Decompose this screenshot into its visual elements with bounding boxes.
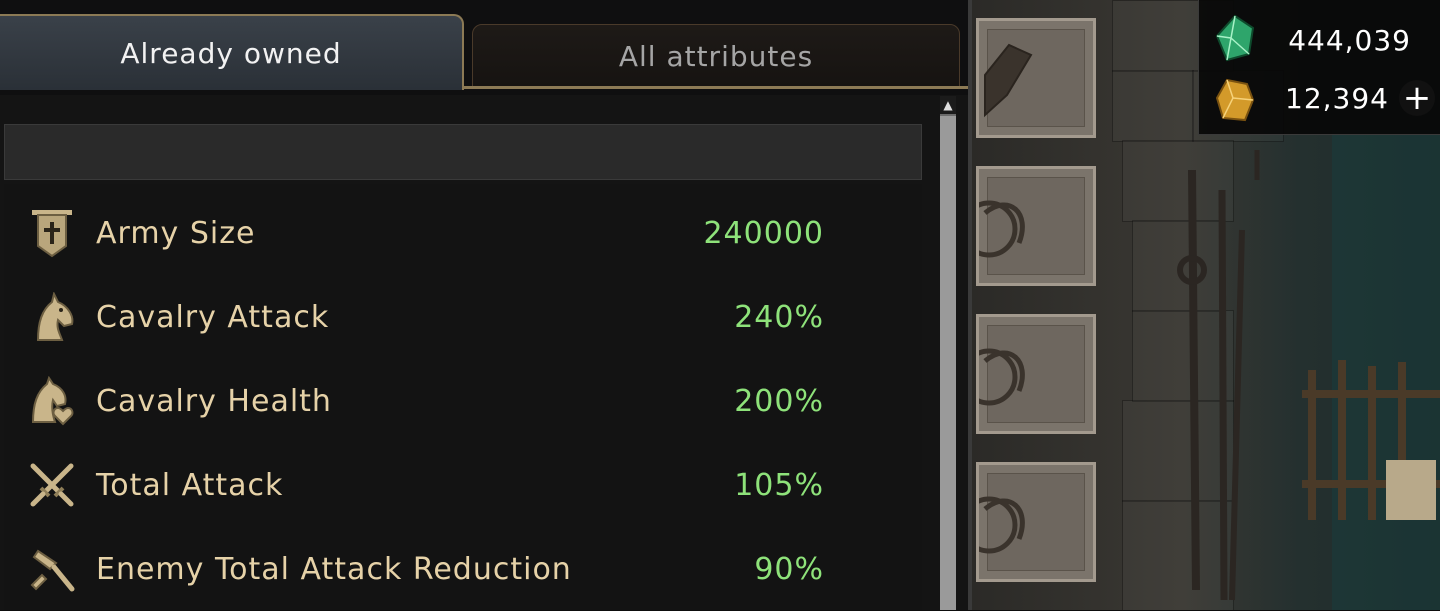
tab-all-attributes-label: All attributes [618, 39, 814, 73]
attribute-row-enemy-total-attack-reduction: Enemy Total Attack Reduction 90% [4, 527, 922, 611]
equipment-slot[interactable] [960, 314, 1096, 434]
attribute-value: 90% [754, 551, 824, 587]
attribute-row-cavalry-health: Cavalry Health 200% [4, 359, 922, 443]
gold-ore-icon [1215, 76, 1255, 128]
attribute-label: Total Attack [96, 467, 284, 503]
attribute-value: 105% [734, 467, 824, 503]
horse-heart-icon [26, 375, 78, 427]
tab-already-owned[interactable]: Already owned [0, 14, 464, 90]
scroll-up-arrow-icon[interactable]: ▲ [940, 96, 956, 114]
attribute-label: Enemy Total Attack Reduction [96, 551, 572, 587]
attributes-panel: Already owned All attributes Army Size 2… [0, 0, 972, 610]
green-gem-icon [1213, 14, 1257, 66]
equipment-slot[interactable] [976, 18, 1096, 138]
crossed-swords-icon [26, 459, 78, 511]
gauntlet-icon [979, 35, 1039, 129]
gold-currency: 12,394 + [1199, 68, 1440, 128]
attribute-value: 200% [734, 383, 824, 419]
boot-icon [960, 331, 1039, 425]
attribute-row-cavalry-attack: Cavalry Attack 240% [4, 275, 922, 359]
attribute-value: 240% [734, 299, 824, 335]
tab-bar: Already owned All attributes [0, 0, 970, 95]
attribute-label: Army Size [96, 215, 256, 251]
list-header-strip [4, 124, 922, 180]
attribute-label: Cavalry Attack [96, 299, 330, 335]
equipment-slot[interactable] [960, 462, 1096, 582]
gem-currency: 444,039 [1199, 8, 1440, 68]
gem-amount: 444,039 [1288, 24, 1411, 57]
attribute-row-total-attack: Total Attack 105% [4, 443, 922, 527]
attribute-value: 240000 [703, 215, 824, 251]
attribute-list: Army Size 240000 Cavalry Attack 240% Cav… [4, 184, 922, 610]
boot-icon [960, 479, 1039, 573]
tab-already-owned-label: Already owned [120, 36, 342, 70]
broken-sword-icon [26, 543, 78, 595]
add-gold-button[interactable]: + [1399, 78, 1435, 118]
equipment-slot[interactable] [960, 166, 1096, 286]
attribute-label: Cavalry Health [96, 383, 332, 419]
currency-panel: 444,039 12,394 + [1198, 0, 1440, 135]
attribute-row-army-size: Army Size 240000 [4, 191, 922, 275]
weapon-rack-decoration [1162, 150, 1272, 610]
tab-all-attributes[interactable]: All attributes [472, 24, 960, 88]
banner-cross-icon [26, 207, 78, 259]
fence-decoration [1302, 360, 1440, 530]
tab-underline [464, 86, 970, 89]
horse-head-icon [26, 291, 78, 343]
scrollbar-thumb[interactable] [940, 116, 956, 610]
boot-icon [960, 183, 1039, 277]
gold-amount: 12,394 [1285, 82, 1389, 115]
